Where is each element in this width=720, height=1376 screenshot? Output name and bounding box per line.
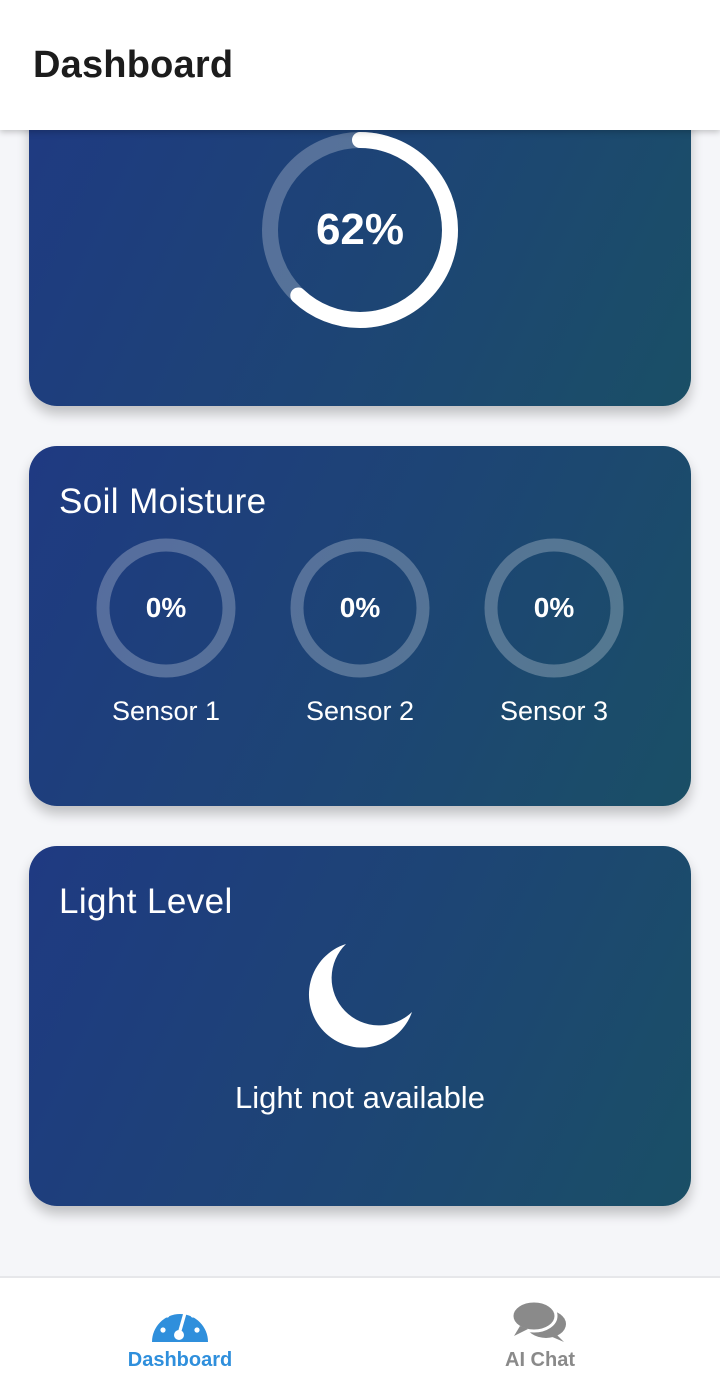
humidity-value: 62% [315, 205, 405, 254]
light-status-text: Light not available [235, 1080, 485, 1115]
soil-moisture-card: Soil Moisture 0% Sensor 1 0% Sensor 2 0%… [29, 446, 691, 806]
nav-label-dashboard: Dashboard [127, 1349, 233, 1371]
nav-item-dashboard[interactable]: Dashboard [0, 1278, 360, 1376]
soil-sensor-2: 0% Sensor 2 [263, 538, 457, 748]
nav-item-ai-chat[interactable]: AI Chat [360, 1278, 720, 1376]
sensor-2-gauge: 0% [290, 538, 430, 678]
moon-icon [308, 944, 412, 1048]
nav-label-ai-chat: AI Chat [505, 1349, 575, 1371]
light-level-card: Light Level Light not available [29, 846, 691, 1206]
soil-sensor-row: 0% Sensor 1 0% Sensor 2 0% Sensor 3 [29, 538, 691, 748]
light-level-title: Light Level [59, 882, 233, 921]
page-title: Dashboard [33, 44, 234, 86]
dashboard-gauge-icon [152, 1305, 208, 1342]
sensor-3-value: 0% [533, 592, 575, 623]
sensor-1-label: Sensor 1 [111, 696, 221, 726]
chat-bubbles-icon [510, 1299, 566, 1342]
sensor-2-label: Sensor 2 [305, 696, 415, 726]
sensor-1-value: 0% [145, 592, 187, 623]
sensor-2-value: 0% [339, 592, 381, 623]
bottom-navigation: Dashboard AI Chat [0, 1276, 720, 1376]
dashboard-screen: 62% Soil Moisture 0% Sensor 1 0% Sensor … [0, 0, 720, 1376]
sensor-3-gauge: 0% [484, 538, 624, 678]
sensor-1-gauge: 0% [96, 538, 236, 678]
soil-sensor-3: 0% Sensor 3 [457, 538, 651, 748]
soil-sensor-1: 0% Sensor 1 [69, 538, 263, 748]
app-bar: Dashboard [0, 0, 720, 130]
sensor-3-label: Sensor 3 [499, 696, 609, 726]
humidity-gauge: 62% [258, 128, 462, 332]
soil-moisture-title: Soil Moisture [59, 482, 267, 521]
